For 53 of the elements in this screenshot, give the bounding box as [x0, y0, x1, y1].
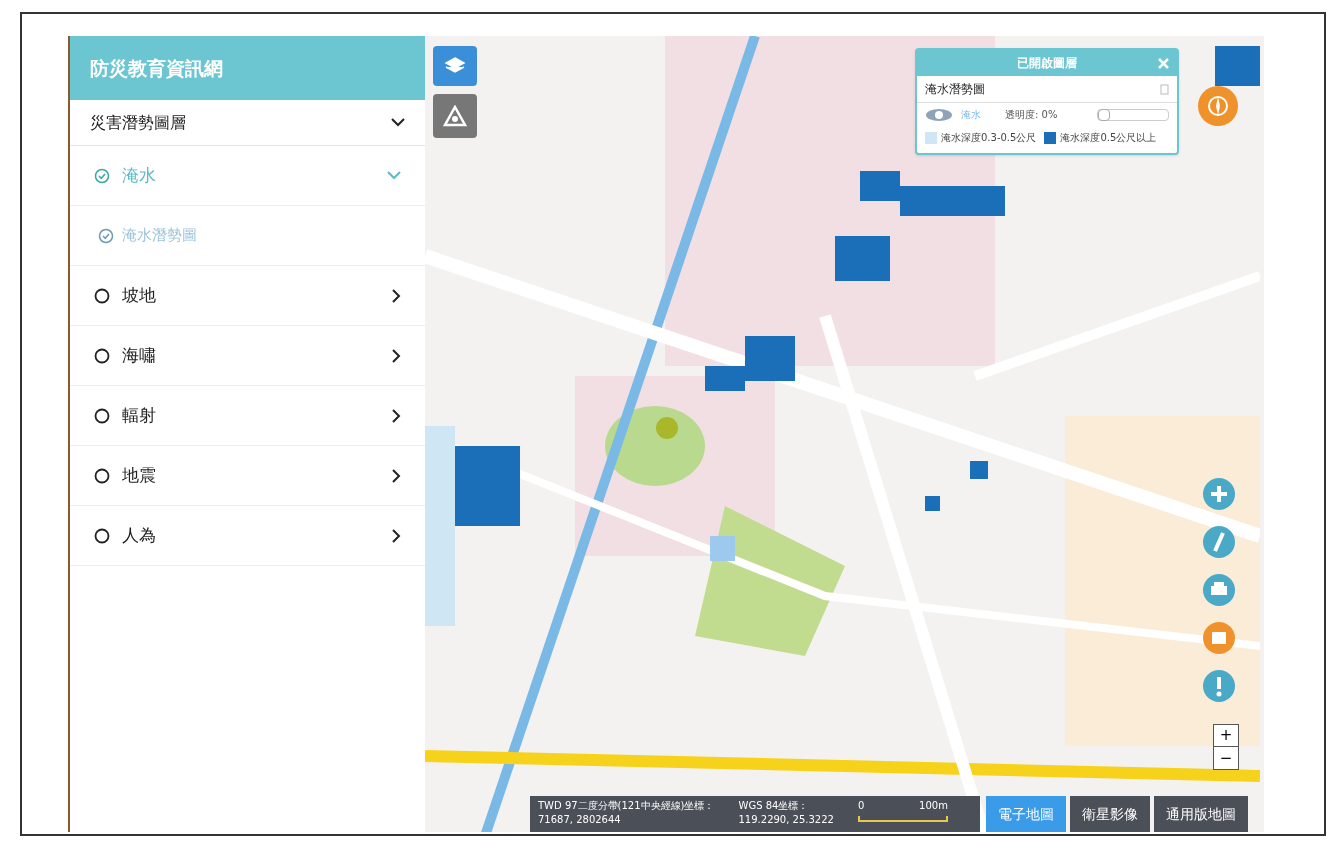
chevron-icon: [392, 288, 401, 303]
scale-label: 100m: [919, 799, 948, 813]
compass-icon: [1206, 94, 1230, 118]
layer-sub-label: 淹水潛勢圖: [122, 225, 197, 247]
layer-category-label: 海嘯: [122, 343, 156, 367]
chevron-icon: [392, 468, 401, 483]
wgs-coordinate-value: 119.2290, 25.3222: [738, 813, 834, 827]
chevron-icon: [387, 171, 401, 180]
deep-flood-area: [1215, 46, 1260, 86]
deep-flood-area: [835, 236, 890, 281]
zoom-in-button[interactable]: +: [1214, 725, 1238, 747]
book-icon[interactable]: [1203, 622, 1235, 654]
twd-coordinate-value: 71687, 2802644: [538, 813, 622, 827]
chevron-icon: [392, 348, 401, 363]
zoom-out-button[interactable]: −: [1214, 747, 1238, 769]
print-icon[interactable]: [1203, 574, 1235, 606]
layer-category-label: 輻射: [122, 403, 156, 427]
layer-name: 淹水潛勢圖: [925, 81, 985, 98]
opacity-label: 透明度: 0%: [1005, 108, 1058, 122]
legend-label: 淹水深度0.5公尺以上: [1060, 131, 1157, 145]
eye-icon[interactable]: [925, 107, 953, 122]
legend-title: 已開啟圖層: [1017, 55, 1077, 72]
layer-category-label: 坡地: [122, 283, 156, 307]
visibility-label: 淹水: [961, 108, 981, 122]
chevron-icon: [392, 408, 401, 423]
add-icon[interactable]: [1203, 478, 1235, 510]
app-title: 防災教育資訊網: [90, 55, 223, 81]
tool-button[interactable]: [433, 94, 477, 138]
layer-category-label: 淹水: [122, 163, 156, 187]
chevron-icon: [391, 118, 405, 127]
compass-button[interactable]: [1198, 86, 1238, 126]
layer-category-label: 人為: [122, 523, 156, 547]
deep-flood-area: [925, 496, 940, 511]
chevron-icon: [392, 528, 401, 543]
scale-label: 0: [857, 799, 865, 813]
legend-label: 淹水深度0.3-0.5公尺: [941, 131, 1037, 145]
wgs-coordinate-label: WGS 84坐標：: [738, 799, 810, 813]
twd-coordinate-label: TWD 97二度分帶(121中央經線)坐標：: [538, 799, 715, 813]
layers-button[interactable]: [433, 46, 477, 86]
pencil-icon[interactable]: [1203, 526, 1235, 558]
alert-icon[interactable]: [1203, 670, 1235, 702]
pond-area: [710, 536, 735, 561]
layer-group-title: 災害潛勢圖層: [90, 111, 186, 134]
slider-thumb[interactable]: [1098, 108, 1110, 121]
layers-icon: [444, 56, 466, 76]
layer-category-label: 地震: [122, 463, 156, 487]
basemap-tab[interactable]: 衛星影像: [1070, 796, 1150, 832]
close-icon[interactable]: [1158, 57, 1169, 69]
deep-flood-area: [970, 461, 988, 479]
hazard-icon: [443, 105, 467, 127]
map-marker: [656, 417, 678, 439]
opacity-slider[interactable]: [1097, 108, 1169, 121]
basemap-tab[interactable]: 通用版地圖: [1154, 796, 1248, 832]
